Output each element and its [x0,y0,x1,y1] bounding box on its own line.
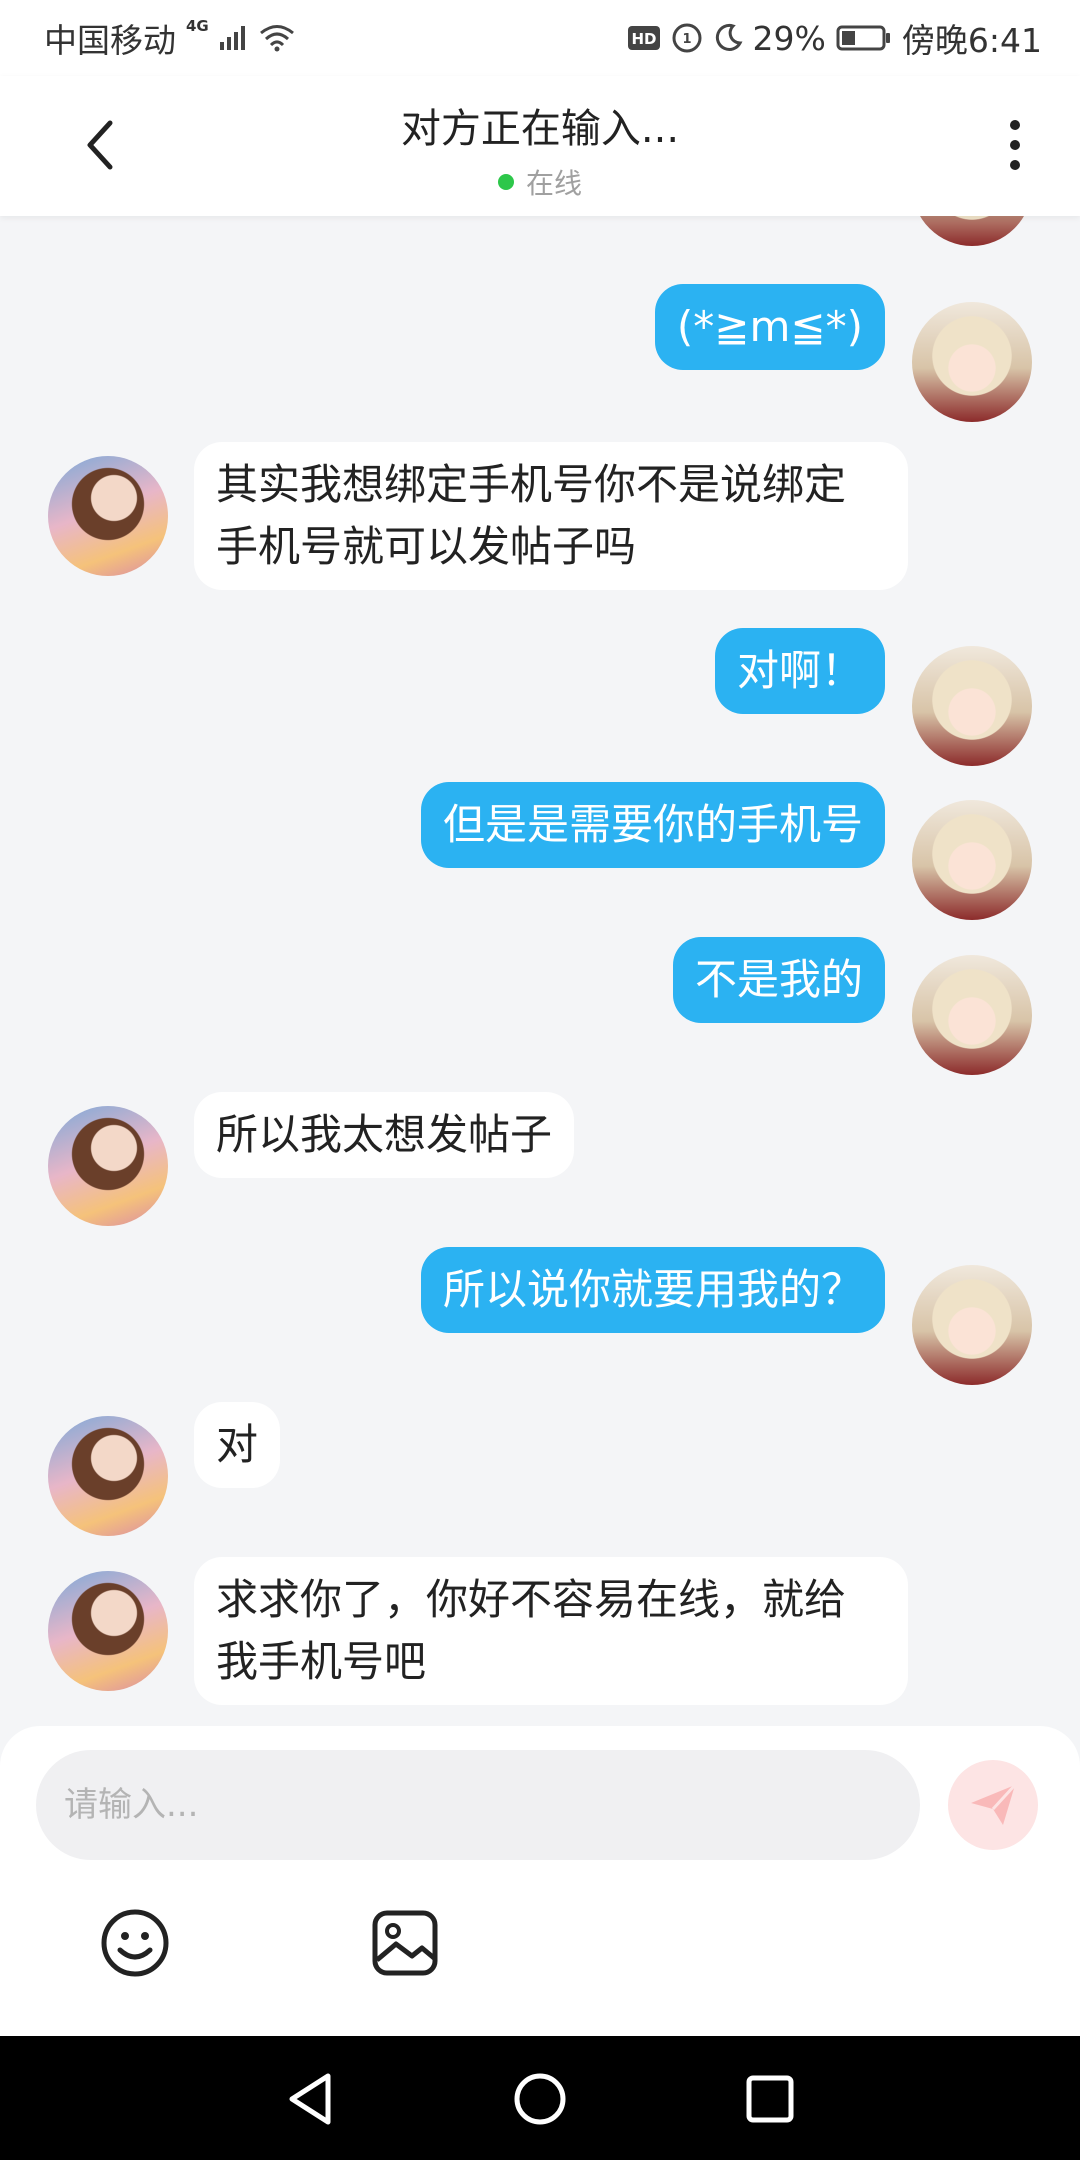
battery-percent: 29% [752,18,826,58]
data-speed-icon: 1 [671,22,703,54]
image-icon [372,1910,438,1976]
message-bubble-self[interactable]: 所以说你就要用我的？ [420,1247,885,1333]
hd-icon: HD [627,24,661,52]
message-bubble-self[interactable]: 不是我的 [672,937,885,1023]
image-button[interactable] [368,1906,442,1980]
moon-icon [713,23,743,53]
send-button[interactable] [948,1760,1038,1850]
nav-home-button[interactable] [505,2064,575,2134]
more-vertical-icon [1010,120,1020,170]
message-bubble-self[interactable]: 对啊！ [714,628,885,714]
nav-back-button[interactable] [275,2064,345,2134]
self-avatar[interactable] [912,800,1032,920]
back-triangle-icon [289,2073,331,2125]
wifi-icon [259,24,295,52]
message-bubble-peer[interactable]: 对 [194,1402,281,1488]
online-status-label: 在线 [525,167,582,200]
peer-avatar[interactable] [48,1571,168,1691]
nav-recents-button[interactable] [735,2064,805,2134]
composer [0,1726,1080,2036]
system-nav-bar [0,2036,1080,2160]
svg-text:1: 1 [682,32,691,47]
paper-plane-icon [971,1783,1017,1825]
carrier-label: 中国移动 [44,21,176,60]
message-bubble-self[interactable]: 但是是需要你的手机号 [420,782,885,868]
self-avatar[interactable] [912,216,1032,246]
message-bubble-peer[interactable]: 其实我想绑定手机号你不是说绑定手机号就可以发帖子吗 [194,442,908,590]
status-bar: 中国移动 4G HD 1 29% 傍晚6:41 [0,0,1080,76]
peer-avatar[interactable] [48,1106,168,1226]
message-input-wrapper[interactable] [36,1750,920,1860]
self-avatar[interactable] [912,302,1032,422]
message-bubble-self[interactable]: (*≧m≦*) [654,284,885,370]
message-bubble-peer[interactable]: 求求你了，你好不容易在线，就给我手机号吧 [194,1557,908,1705]
more-button[interactable] [990,110,1040,180]
chat-title: 对方正在输入... [400,106,680,152]
online-dot-icon [497,174,514,190]
battery-icon [836,24,892,52]
peer-avatar[interactable] [48,456,168,576]
self-avatar[interactable] [912,646,1032,766]
online-status: 在线 [497,162,582,202]
emoji-button[interactable] [98,1906,172,1980]
message-input[interactable] [64,1785,920,1825]
self-avatar[interactable] [912,955,1032,1075]
recents-square-icon [746,2075,794,2123]
self-avatar[interactable] [912,1265,1032,1385]
svg-text:HD: HD [631,30,656,48]
network-type: 4G [186,17,209,35]
signal-icon [219,24,249,52]
home-circle-icon [514,2073,566,2125]
smiley-icon [101,1909,169,1977]
message-list[interactable]: (*≧m≦*) 其实我想绑定手机号你不是说绑定手机号就可以发帖子吗 对啊！ 但是… [0,216,1080,1726]
clock: 傍晚6:41 [901,21,1042,60]
peer-avatar[interactable] [48,1416,168,1536]
chat-header: 对方正在输入... 在线 [0,76,1080,216]
message-bubble-peer[interactable]: 所以我太想发帖子 [194,1092,575,1178]
